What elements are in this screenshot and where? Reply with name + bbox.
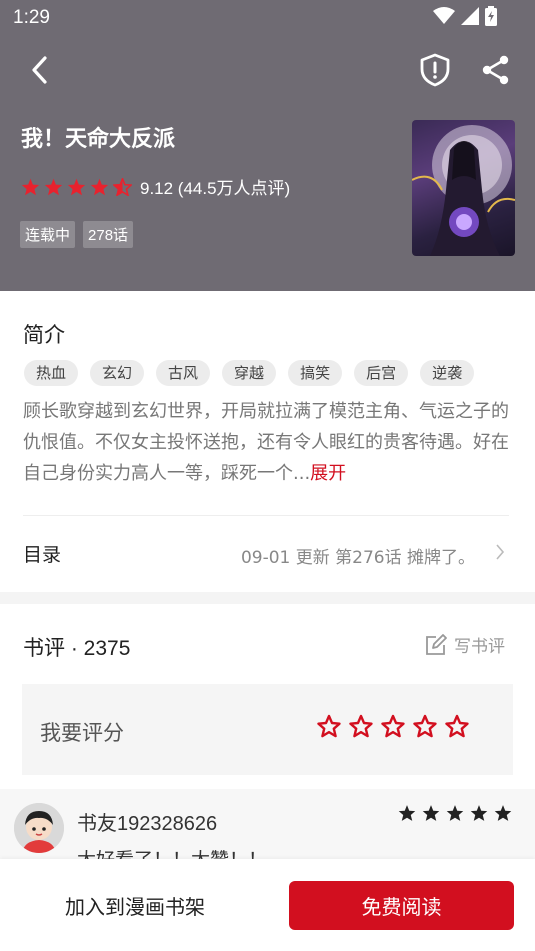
genre-tag[interactable]: 穿越 — [222, 360, 277, 386]
latest-update-info: 09-01 更新 第276话 摊牌了。 — [240, 548, 475, 568]
episode-count-badge: 278话 — [83, 221, 134, 248]
star-icon — [446, 805, 464, 821]
star-icon — [67, 178, 86, 195]
status-bar: 1:29 — [0, 0, 535, 36]
report-button[interactable] — [415, 50, 455, 90]
star-icon — [90, 178, 109, 195]
intro-section: 简介 热血 玄幻 古风 穿越 搞笑 后宫 逆袭 顾长歌穿越到玄幻世界，开局就拉满… — [0, 291, 535, 592]
star-icon — [494, 805, 512, 821]
rate-box: 我要评分 — [22, 684, 513, 775]
genre-tag[interactable]: 搞笑 — [288, 360, 343, 386]
back-arrow-icon — [32, 56, 47, 84]
toc-row[interactable]: 目录 09-01 更新 第276话 摊牌了。 — [0, 523, 535, 583]
genre-tag[interactable]: 热血 — [24, 360, 79, 386]
status-badge: 连载中 — [20, 221, 76, 248]
star-icon — [398, 805, 416, 821]
expand-link[interactable]: 展开 — [310, 463, 346, 484]
star-icon — [470, 805, 488, 821]
half-star-icon — [113, 177, 132, 196]
chevron-right-icon — [496, 544, 505, 560]
rating-stars — [21, 177, 132, 196]
wifi-icon — [433, 7, 455, 24]
star-outline-icon[interactable] — [413, 714, 437, 738]
add-to-shelf-button[interactable]: 加入到漫画书架 — [30, 884, 240, 926]
genre-tag[interactable]: 玄幻 — [90, 360, 145, 386]
description-text: 顾长歌穿越到玄幻世界，开局就拉满了模范主角、气运之子的仇恨值。不仅女主投怀送抱，… — [23, 401, 509, 484]
status-icons — [433, 6, 497, 26]
share-button[interactable] — [476, 50, 516, 90]
free-read-button[interactable]: 免费阅读 — [289, 881, 514, 930]
rating-text: 9.12 (44.5万人点评) — [140, 179, 291, 198]
comment-username: 书友192328626 — [77, 813, 218, 835]
status-time: 1:29 — [13, 7, 50, 28]
write-review-label: 写书评 — [454, 637, 505, 657]
divider — [23, 515, 509, 516]
star-outline-icon[interactable] — [317, 714, 341, 738]
share-icon — [482, 55, 509, 85]
description: 顾长歌穿越到玄幻世界，开局就拉满了模范主角、气运之子的仇恨值。不仅女主投怀送抱，… — [23, 396, 511, 489]
rating-row: 9.12 (44.5万人点评) — [21, 174, 290, 199]
reviews-section: 书评 · 2375 写书评 我要评分 书友192328626 — [0, 604, 535, 871]
genre-tag[interactable]: 古风 — [156, 360, 211, 386]
star-icon — [21, 178, 40, 195]
back-button[interactable] — [22, 52, 58, 88]
cover-image — [412, 125, 515, 256]
toc-label: 目录 — [23, 544, 62, 566]
status-badges: 连载中 278话 — [20, 221, 134, 248]
star-outline-icon[interactable] — [349, 714, 373, 738]
edit-icon — [426, 633, 447, 655]
app-root: 1:29 我！天命大反派 9.12 (44.5万人点评) 连载中 278话 简介… — [0, 0, 535, 951]
write-review-button[interactable]: 写书评 — [424, 632, 505, 657]
genre-tag[interactable]: 逆袭 — [420, 360, 475, 386]
comment-item[interactable]: 书友192328626 太好看了！！太赞！！ — [0, 789, 535, 871]
intro-title: 简介 — [23, 323, 65, 347]
book-title: 我！天命大反派 — [21, 126, 176, 151]
rate-label: 我要评分 — [40, 721, 124, 745]
star-icon — [422, 805, 440, 821]
shield-alert-icon — [420, 53, 450, 87]
book-header: 1:29 我！天命大反派 9.12 (44.5万人点评) 连载中 278话 — [0, 0, 535, 291]
genre-tags: 热血 玄幻 古风 穿越 搞笑 后宫 逆袭 — [24, 360, 475, 386]
avatar-image — [14, 803, 64, 853]
nav-bar — [0, 46, 535, 94]
battery-icon — [485, 6, 497, 26]
genre-tag[interactable]: 后宫 — [354, 360, 409, 386]
star-outline-icon[interactable] — [381, 714, 405, 738]
comment-stars — [398, 804, 512, 822]
signal-icon — [461, 7, 479, 25]
avatar[interactable] — [14, 803, 64, 853]
reviews-title: 书评 · 2375 — [23, 637, 131, 660]
rate-stars — [317, 714, 469, 738]
bottom-action-bar: 加入到漫画书架 免费阅读 — [0, 859, 535, 951]
star-icon — [44, 178, 63, 195]
book-cover[interactable] — [412, 120, 515, 256]
star-outline-icon[interactable] — [445, 714, 469, 738]
section-gap — [0, 592, 535, 604]
